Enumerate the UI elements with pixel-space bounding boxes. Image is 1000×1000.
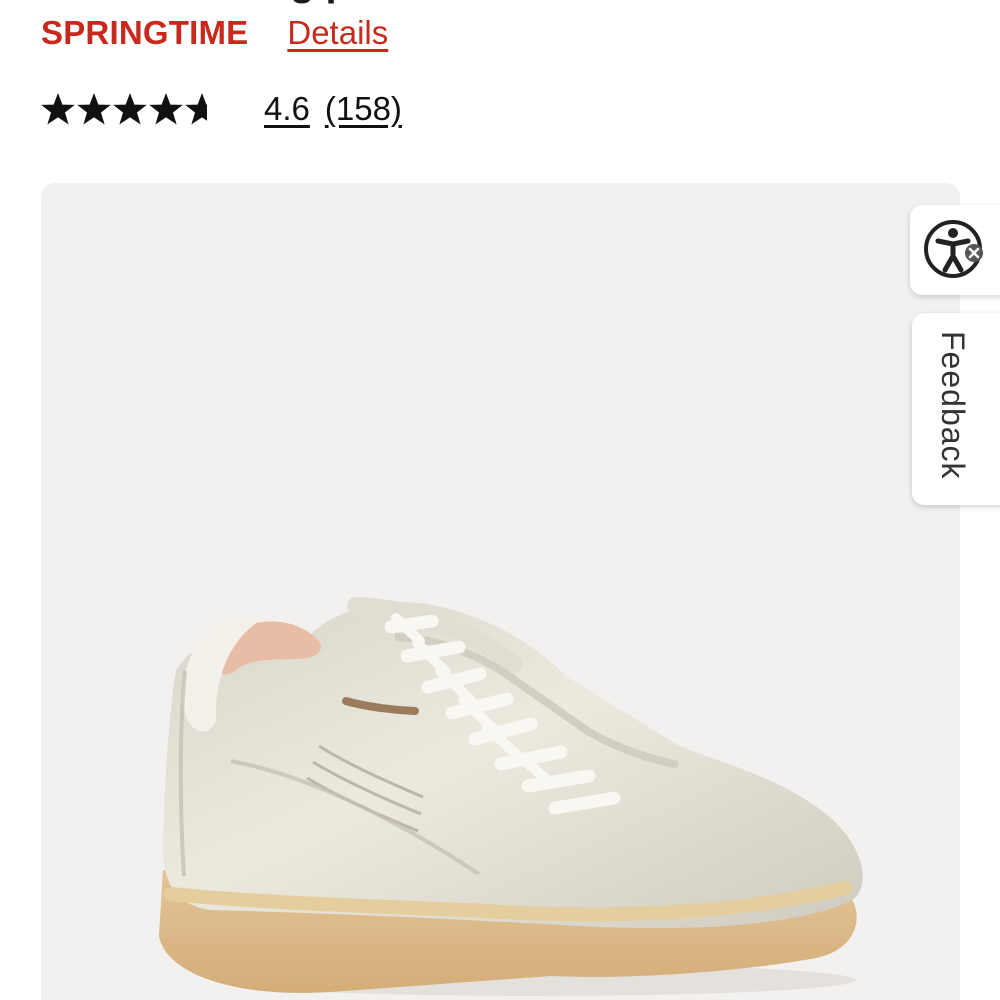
- product-image-panel: [41, 183, 960, 1000]
- feedback-label: Feedback: [935, 331, 971, 480]
- star-rating: [40, 88, 220, 130]
- product-title-fragment: g p: [290, 0, 440, 4]
- feedback-tab[interactable]: Feedback: [912, 313, 1000, 505]
- promo-details-link[interactable]: Details: [287, 14, 388, 52]
- rating-value-link[interactable]: 4.6: [264, 90, 310, 128]
- stars-icon: [41, 93, 219, 125]
- sneaker-image: [159, 597, 863, 996]
- promo-label: SPRINGTIME: [41, 14, 249, 51]
- product-page: g p SPRINGTIME Details: [0, 0, 1000, 1000]
- accessibility-button[interactable]: [910, 205, 1000, 295]
- review-count-link[interactable]: (158): [325, 90, 402, 128]
- rating-row[interactable]: 4.6 (158): [40, 86, 402, 132]
- accessibility-icon: [924, 220, 983, 278]
- promo-row: SPRINGTIME Details: [41, 14, 388, 52]
